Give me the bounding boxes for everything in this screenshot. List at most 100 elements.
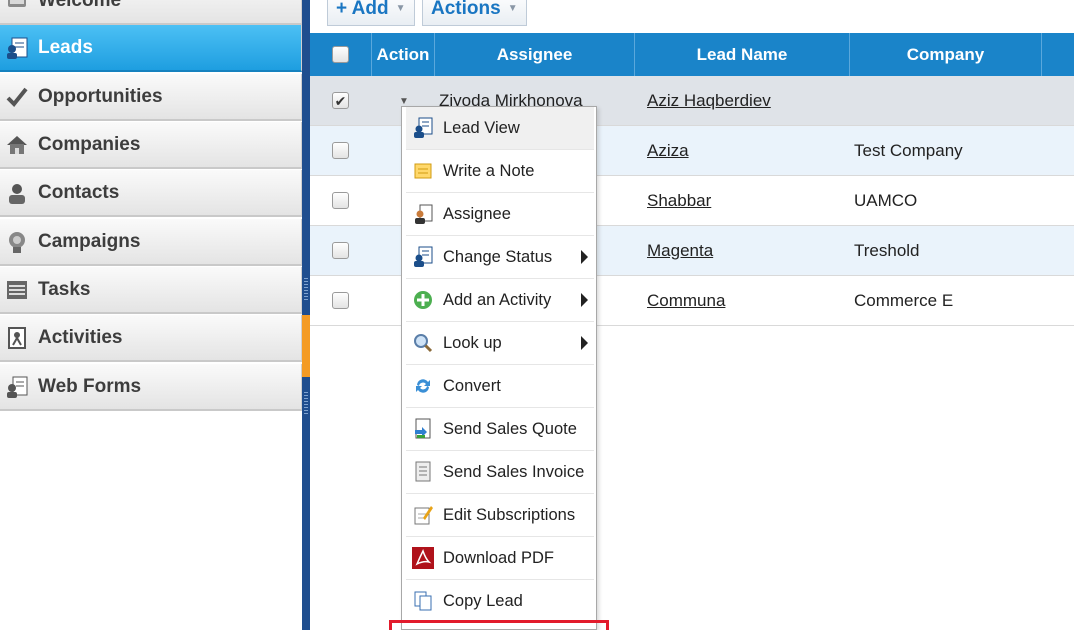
column-header-assignee[interactable]: Assignee bbox=[435, 33, 635, 76]
menu-item-send-sales-invoice[interactable]: Send Sales Invoice bbox=[406, 451, 594, 494]
sales-invoice-icon bbox=[412, 461, 434, 483]
row-select-cell bbox=[332, 126, 349, 175]
lead-name-link[interactable]: Aziza bbox=[647, 126, 689, 175]
menu-item-copy-lead[interactable]: Copy Lead bbox=[406, 580, 594, 623]
menu-item-label: Download PDF bbox=[443, 548, 554, 567]
sidebar-item-campaigns[interactable]: Campaigns bbox=[0, 219, 302, 266]
sidebar-item-welcome[interactable]: Welcome bbox=[0, 0, 302, 25]
tasks-icon bbox=[4, 277, 30, 303]
row-checkbox[interactable] bbox=[332, 142, 349, 159]
menu-item-label: Look up bbox=[443, 333, 502, 352]
menu-item-label: Assignee bbox=[443, 204, 511, 223]
row-checkbox[interactable] bbox=[332, 292, 349, 309]
menu-item-label: Lead View bbox=[443, 118, 520, 137]
company-cell: Treshold bbox=[854, 240, 920, 260]
highlight-annotation-box bbox=[389, 620, 609, 630]
assignee-icon bbox=[412, 203, 434, 225]
change-status-icon bbox=[412, 246, 434, 268]
checkmark-icon bbox=[4, 84, 30, 110]
actions-button[interactable]: Actions ▼ bbox=[422, 0, 527, 26]
menu-item-label: Copy Lead bbox=[443, 591, 523, 610]
chevron-down-icon: ▼ bbox=[395, 3, 406, 14]
copy-icon bbox=[412, 590, 434, 612]
sidebar-item-label: Web Forms bbox=[38, 375, 142, 397]
column-header-action[interactable]: Action bbox=[372, 33, 435, 76]
chevron-down-icon: ▼ bbox=[507, 3, 518, 14]
menu-item-look-up[interactable]: Look up bbox=[406, 322, 594, 365]
sidebar-item-contacts[interactable]: Contacts bbox=[0, 170, 302, 217]
menu-item-download-pdf[interactable]: Download PDF bbox=[406, 537, 594, 580]
sidebar-item-label: Leads bbox=[38, 36, 93, 58]
row-select-cell bbox=[332, 226, 349, 275]
sidebar: Welcome Leads Opportunities Companies Co… bbox=[0, 0, 303, 630]
company-cell: Test Company bbox=[854, 140, 963, 160]
sales-quote-icon bbox=[412, 418, 434, 440]
person-icon bbox=[4, 180, 30, 206]
collapse-sidebar-handle[interactable] bbox=[302, 315, 310, 377]
menu-item-add-activity[interactable]: Add an Activity bbox=[406, 279, 594, 322]
sidebar-item-label: Tasks bbox=[38, 278, 91, 300]
row-checkbox[interactable] bbox=[332, 242, 349, 259]
sidebar-item-label: Activities bbox=[38, 326, 123, 348]
menu-item-change-status[interactable]: Change Status bbox=[406, 236, 594, 279]
row-checkbox[interactable]: ✔ bbox=[332, 92, 349, 109]
menu-item-edit-subscriptions[interactable]: Edit Subscriptions bbox=[406, 494, 594, 537]
submenu-arrow-icon bbox=[581, 293, 588, 307]
submenu-arrow-icon bbox=[581, 250, 588, 264]
column-header-company[interactable]: Company bbox=[850, 33, 1042, 76]
actions-button-label: Actions bbox=[431, 0, 501, 19]
menu-item-label: Send Sales Invoice bbox=[443, 462, 585, 481]
leads-icon bbox=[4, 35, 30, 61]
sidebar-item-leads[interactable]: Leads bbox=[0, 25, 302, 72]
sidebar-item-tasks[interactable]: Tasks bbox=[0, 267, 302, 314]
select-all-checkbox[interactable] bbox=[332, 46, 349, 63]
column-header-extra bbox=[1042, 33, 1074, 76]
menu-item-assignee[interactable]: Assignee bbox=[406, 193, 594, 236]
lead-name-link[interactable]: Shabbar bbox=[647, 176, 711, 225]
sidebar-item-label: Contacts bbox=[38, 181, 120, 203]
row-select-cell bbox=[332, 176, 349, 225]
sidebar-item-activities[interactable]: Activities bbox=[0, 315, 302, 362]
splitter-grip-top bbox=[304, 278, 308, 300]
welcome-icon bbox=[4, 0, 30, 14]
menu-item-convert[interactable]: Convert bbox=[406, 365, 594, 408]
add-activity-icon bbox=[412, 289, 434, 311]
row-select-cell: ✔ bbox=[332, 76, 349, 125]
row-checkbox[interactable] bbox=[332, 192, 349, 209]
lead-name-link[interactable]: Communa bbox=[647, 276, 725, 325]
add-button-label: + Add bbox=[336, 0, 389, 19]
row-select-cell bbox=[332, 276, 349, 325]
splitter-grip-bottom bbox=[304, 392, 308, 414]
sidebar-item-label: Opportunities bbox=[38, 85, 163, 107]
menu-item-send-sales-quote[interactable]: Send Sales Quote bbox=[406, 408, 594, 451]
menu-item-lead-view[interactable]: Lead View bbox=[406, 107, 594, 150]
sidebar-item-companies[interactable]: Companies bbox=[0, 122, 302, 169]
select-all-header bbox=[310, 33, 372, 76]
sidebar-item-opportunities[interactable]: Opportunities bbox=[0, 74, 302, 121]
submenu-arrow-icon bbox=[581, 336, 588, 350]
lead-name-link[interactable]: Aziz Haqberdiev bbox=[647, 76, 771, 125]
menu-item-write-note[interactable]: Write a Note bbox=[406, 150, 594, 193]
grid-header: Action Assignee Lead Name Company bbox=[310, 33, 1074, 76]
campaign-icon bbox=[4, 229, 30, 255]
menu-item-label: Add an Activity bbox=[443, 290, 552, 309]
sidebar-item-label: Companies bbox=[38, 133, 141, 155]
activities-icon bbox=[4, 325, 30, 351]
lead-name-link[interactable]: Magenta bbox=[647, 226, 713, 275]
menu-item-label: Edit Subscriptions bbox=[443, 505, 576, 524]
company-cell: UAMCO bbox=[854, 190, 918, 210]
house-icon bbox=[4, 132, 30, 158]
toolbar: + Add ▼ Actions ▼ bbox=[310, 0, 1074, 33]
menu-item-label: Change Status bbox=[443, 247, 553, 266]
company-cell: Commerce E bbox=[854, 290, 954, 310]
convert-icon bbox=[412, 375, 434, 397]
sidebar-item-web-forms[interactable]: Web Forms bbox=[0, 364, 302, 411]
web-forms-icon bbox=[4, 374, 30, 400]
column-header-lead-name[interactable]: Lead Name bbox=[635, 33, 850, 76]
lead-action-menu: Lead View Write a Note Assignee Change S… bbox=[401, 106, 597, 630]
menu-item-label: Convert bbox=[443, 376, 501, 395]
sidebar-item-label: Campaigns bbox=[38, 230, 141, 252]
menu-item-label: Write a Note bbox=[443, 161, 535, 180]
note-icon bbox=[412, 160, 434, 182]
add-button[interactable]: + Add ▼ bbox=[327, 0, 415, 26]
